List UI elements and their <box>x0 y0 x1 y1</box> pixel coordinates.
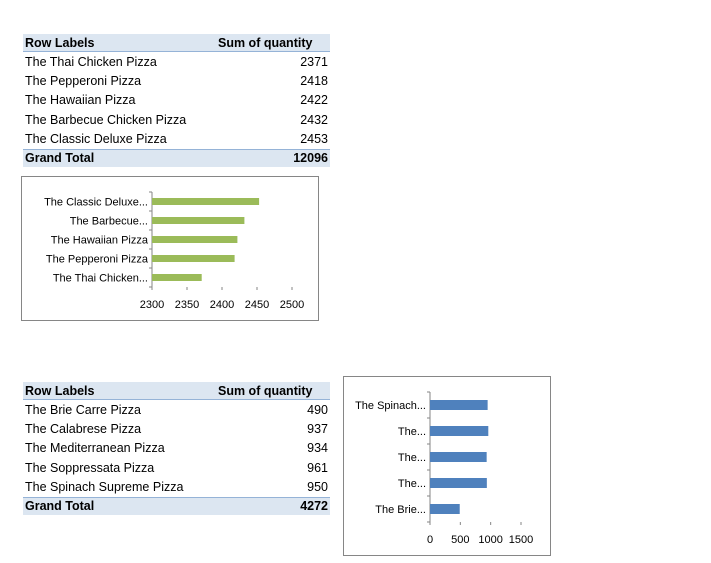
grand-total-value[interactable]: 4272 <box>208 499 330 513</box>
row-label[interactable]: The Spinach Supreme Pizza <box>23 480 208 494</box>
value-tick-label: 1500 <box>509 534 533 546</box>
value-tick-label: 2400 <box>210 299 234 311</box>
table-row[interactable]: The Classic Deluxe Pizza 2453 <box>23 130 330 149</box>
category-label: The Pepperoni Pizza <box>46 254 149 266</box>
row-labels-header[interactable]: Row Labels <box>23 384 204 398</box>
category-label: The Spinach... <box>355 400 426 412</box>
category-label: The Hawaiian Pizza <box>51 235 149 247</box>
bar-chart-1-svg: The Thai Chicken... The Pepperoni Pizza Th… <box>44 191 304 311</box>
grand-total-label[interactable]: Grand Total <box>23 151 208 165</box>
row-value[interactable]: 2453 <box>208 132 330 146</box>
category-label: The... <box>398 452 426 464</box>
value-tick-label: 0 <box>427 534 433 546</box>
bar[interactable] <box>430 426 489 436</box>
row-label[interactable]: The Brie Carre Pizza <box>23 403 208 417</box>
grand-total-label[interactable]: Grand Total <box>23 499 208 513</box>
grand-total-row[interactable]: Grand Total 12096 <box>23 148 330 167</box>
bar-chart-2[interactable]: The Brie... The... The... The... The Spinach… <box>343 376 551 556</box>
category-label: The Barbecue... <box>70 216 148 228</box>
bar[interactable] <box>152 274 202 281</box>
row-label[interactable]: The Hawaiian Pizza <box>23 93 208 107</box>
row-label[interactable]: The Soppressata Pizza <box>23 461 208 475</box>
pivot-table-1: Row Labels Sum of quantity The Thai Chic… <box>23 34 330 167</box>
sum-of-quantity-header[interactable]: Sum of quantity <box>204 36 330 50</box>
row-value[interactable]: 961 <box>208 461 330 475</box>
table-row[interactable]: The Thai Chicken Pizza 2371 <box>23 52 330 71</box>
table-row[interactable]: The Barbecue Chicken Pizza 2432 <box>23 110 330 129</box>
row-value[interactable]: 2418 <box>208 74 330 88</box>
bar[interactable] <box>152 217 245 224</box>
row-value[interactable]: 490 <box>208 403 330 417</box>
category-label: The Classic Deluxe... <box>44 197 148 209</box>
row-value[interactable]: 2432 <box>208 113 330 127</box>
table-row[interactable]: The Pepperoni Pizza 2418 <box>23 71 330 90</box>
pivot-table-2: Row Labels Sum of quantity The Brie Carr… <box>23 382 330 515</box>
bar[interactable] <box>430 452 487 462</box>
row-label[interactable]: The Classic Deluxe Pizza <box>23 132 208 146</box>
bar[interactable] <box>152 198 260 205</box>
pivot-header[interactable]: Row Labels Sum of quantity <box>23 34 330 52</box>
row-label[interactable]: The Calabrese Pizza <box>23 422 208 436</box>
table-row[interactable]: The Soppressata Pizza 961 <box>23 458 330 477</box>
table-row[interactable]: The Mediterranean Pizza 934 <box>23 439 330 458</box>
bar-chart-1[interactable]: The Thai Chicken... The Pepperoni Pizza Th… <box>21 176 319 321</box>
pivot-header[interactable]: Row Labels Sum of quantity <box>23 382 330 400</box>
category-label: The Brie... <box>375 504 426 516</box>
row-labels-header[interactable]: Row Labels <box>23 36 204 50</box>
grand-total-value[interactable]: 12096 <box>208 151 330 165</box>
table-row[interactable]: The Spinach Supreme Pizza 950 <box>23 478 330 497</box>
row-value[interactable]: 950 <box>208 480 330 494</box>
bar[interactable] <box>152 236 238 243</box>
category-label: The Thai Chicken... <box>53 273 148 285</box>
value-tick-label: 2500 <box>280 299 304 311</box>
table-row[interactable]: The Calabrese Pizza 937 <box>23 419 330 438</box>
sum-of-quantity-header[interactable]: Sum of quantity <box>204 384 330 398</box>
category-label: The... <box>398 426 426 438</box>
row-value[interactable]: 2422 <box>208 93 330 107</box>
value-tick-label: 1000 <box>478 534 502 546</box>
value-tick-label: 2300 <box>140 299 164 311</box>
value-tick-label: 500 <box>451 534 469 546</box>
table-row[interactable]: The Brie Carre Pizza 490 <box>23 400 330 419</box>
value-tick-label: 2450 <box>245 299 269 311</box>
category-label: The... <box>398 478 426 490</box>
row-label[interactable]: The Thai Chicken Pizza <box>23 55 208 69</box>
bar[interactable] <box>430 400 488 410</box>
row-value[interactable]: 937 <box>208 422 330 436</box>
bar[interactable] <box>430 504 460 514</box>
table-row[interactable]: The Hawaiian Pizza 2422 <box>23 91 330 110</box>
row-label[interactable]: The Mediterranean Pizza <box>23 441 208 455</box>
row-value[interactable]: 2371 <box>208 55 330 69</box>
bar[interactable] <box>152 255 235 262</box>
value-tick-label: 2350 <box>175 299 199 311</box>
row-label[interactable]: The Barbecue Chicken Pizza <box>23 113 208 127</box>
row-value[interactable]: 934 <box>208 441 330 455</box>
grand-total-row[interactable]: Grand Total 4272 <box>23 496 330 515</box>
bar-chart-2-svg: The Brie... The... The... The... The Spinach… <box>355 391 533 546</box>
bar[interactable] <box>430 478 487 488</box>
row-label[interactable]: The Pepperoni Pizza <box>23 74 208 88</box>
